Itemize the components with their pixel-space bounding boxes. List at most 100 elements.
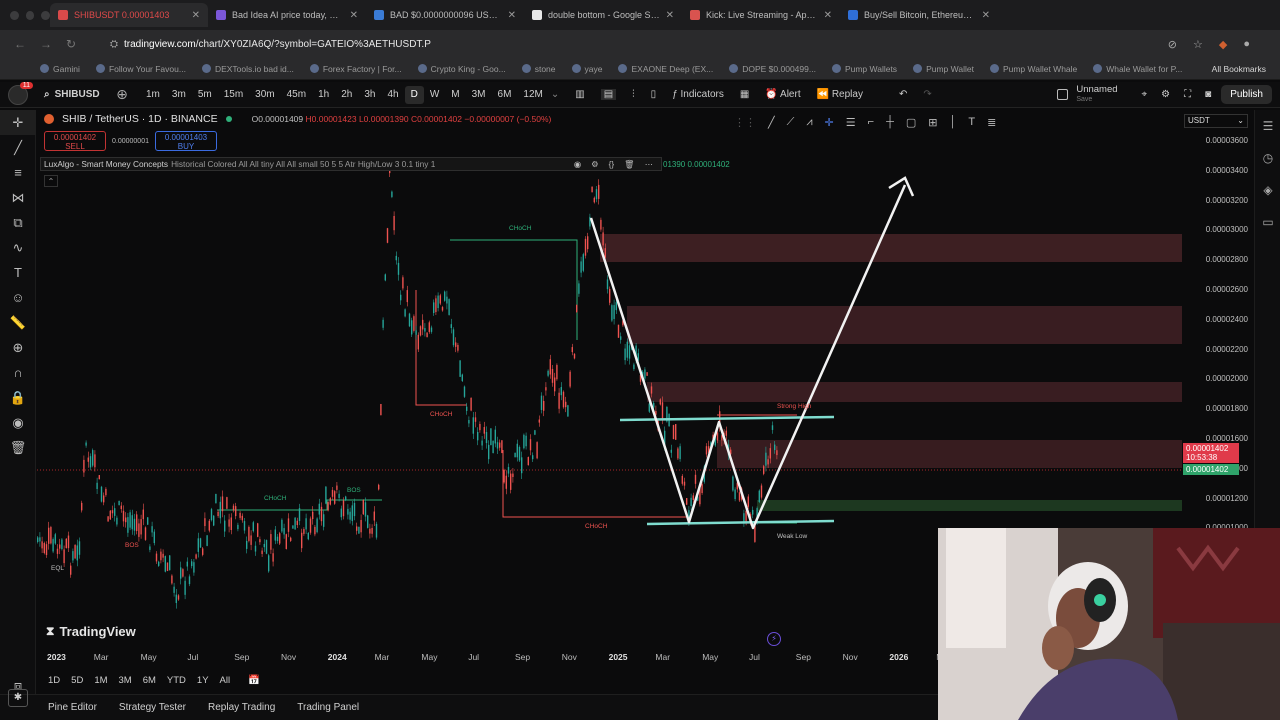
range-6m[interactable]: 6M [143, 675, 156, 686]
ruler-icon[interactable]: 📏 [0, 310, 36, 335]
timeframe-15m[interactable]: 15m [218, 86, 249, 104]
chart-toggle-icon[interactable]: ✱ [8, 689, 28, 707]
browser-tab[interactable]: Buy/Sell Bitcoin, Ethereum ar ✕ [840, 3, 998, 27]
close-tab-icon[interactable]: ✕ [824, 10, 832, 21]
range-1m[interactable]: 1M [94, 675, 107, 686]
trendline-icon[interactable]: ╱ [0, 135, 36, 160]
extension-icon[interactable]: ◆ [1219, 38, 1227, 51]
timeframe-w[interactable]: W [424, 86, 445, 104]
timeframe-30m[interactable]: 30m [249, 86, 280, 104]
indicator-legend[interactable]: LuxAlgo - Smart Money Concepts Historica… [40, 157, 662, 171]
eye-off-icon[interactable]: ⊘ [1168, 38, 1177, 51]
timeframe-d[interactable]: D [404, 85, 424, 104]
long-position-icon[interactable]: ⊞ [928, 116, 937, 129]
reload-icon[interactable]: ↻ [66, 37, 76, 51]
text-icon[interactable]: T [968, 116, 975, 128]
window-controls[interactable] [0, 10, 51, 20]
parallel-channel-icon[interactable]: ☰ [846, 116, 856, 129]
timeframe-4h[interactable]: 4h [381, 86, 404, 104]
browser-tab[interactable]: Bad Idea AI price today, BAD ✕ [208, 3, 366, 27]
timeframe-m[interactable]: M [445, 86, 465, 104]
bookmark-item[interactable]: DOPE $0.000499... [729, 64, 816, 74]
browser-tab[interactable]: BAD $0.0000000096 USD p ✕ [366, 3, 524, 27]
range-ytd[interactable]: YTD [167, 675, 186, 686]
bookmark-item[interactable]: Crypto King - Goo... [417, 64, 506, 74]
lightning-icon[interactable]: ⚡ [767, 632, 781, 646]
timeframe-1m[interactable]: 1m [140, 86, 166, 104]
text-icon[interactable]: T [0, 260, 36, 285]
code-icon[interactable]: {} [609, 159, 615, 170]
settings-sliders-icon[interactable]: ≣ [987, 116, 996, 129]
zoom-icon[interactable]: ⊕ [0, 335, 36, 360]
chat-icon[interactable]: ▭ [1255, 206, 1280, 238]
bookmark-item[interactable]: Pump Wallet Whale [989, 64, 1077, 74]
bookmark-item[interactable]: Pump Wallets [831, 64, 897, 74]
undo-icon[interactable]: ↶ [899, 89, 907, 100]
sell-button[interactable]: 0.00001402 SELL [44, 131, 106, 151]
bookmark-item[interactable]: stone [521, 64, 556, 74]
close-tab-icon[interactable]: ✕ [192, 10, 200, 21]
bookmark-item[interactable]: Forex Factory | For... [309, 64, 402, 74]
bookmark-item[interactable]: Follow Your Favou... [95, 64, 186, 74]
browser-tab[interactable]: SHIBUSDT 0.00001403 ✕ [50, 3, 208, 27]
timeframe-2h[interactable]: 2h [335, 86, 358, 104]
symbol-legend[interactable]: SHIB / TetherUS · 1D · BINANCE O0.000014… [44, 113, 551, 125]
layout-checkbox[interactable] [1057, 89, 1069, 100]
nav-buttons[interactable]: ← → ↻ [0, 37, 110, 51]
close-tab-icon[interactable]: ✕ [508, 10, 516, 21]
magnet-icon[interactable]: ∩ [0, 360, 36, 385]
bottom-tab-trading-panel[interactable]: Trading Panel [297, 702, 359, 713]
screener-icon[interactable]: ⌖ [1142, 89, 1148, 100]
bottom-tab-strategy-tester[interactable]: Strategy Tester [119, 702, 186, 713]
templates-icon[interactable]: ▦ [740, 89, 749, 100]
bookmark-item[interactable]: EXAONE Deep (EX... [618, 64, 713, 74]
close-tab-icon[interactable]: ✕ [350, 10, 358, 21]
range-all[interactable]: All [220, 675, 231, 686]
settings-icon[interactable]: ⚙ [591, 159, 598, 170]
area-chart-icon[interactable]: ▯ [651, 89, 657, 100]
vertical-line-icon[interactable]: │ [950, 116, 957, 128]
symbol-search[interactable]: ⌕ SHIBUSD [44, 89, 114, 100]
all-bookmarks-button[interactable]: All Bookmarks [1212, 64, 1280, 74]
crosshair-icon[interactable]: ✛ [825, 116, 834, 129]
candles-icon[interactable]: ▥ [575, 89, 584, 100]
more-icon[interactable]: ⋯ [645, 159, 653, 170]
publish-button[interactable]: Publish [1221, 85, 1272, 104]
timeframe-6m[interactable]: 6M [492, 86, 518, 104]
bars-icon[interactable]: ▤ [600, 89, 617, 100]
compare-symbol-icon[interactable]: ⊕ [114, 86, 130, 103]
fib-icon[interactable]: ≡ [0, 160, 36, 185]
cursor-icon[interactable]: ✛ [0, 110, 36, 135]
bookmark-item[interactable]: Whale Wallet for P... [1093, 64, 1182, 74]
star-icon[interactable]: ☆ [1193, 38, 1203, 51]
fullscreen-icon[interactable]: ⛶ [1184, 89, 1191, 100]
timeframe-1h[interactable]: 1h [312, 86, 335, 104]
timeframe-12m[interactable]: 12M [517, 86, 548, 104]
user-avatar[interactable] [8, 81, 34, 105]
settings-icon[interactable]: ⚙ [1161, 89, 1170, 100]
bookmark-item[interactable]: DEXTools.io bad id... [201, 64, 294, 74]
close-tab-icon[interactable]: ✕ [982, 10, 990, 21]
drag-handle-icon[interactable]: ⋮⋮ [734, 116, 756, 129]
path-icon[interactable]: ⟋ [787, 116, 795, 129]
bottom-tab-pine-editor[interactable]: Pine Editor [48, 702, 97, 713]
trendline-icon[interactable]: ╱ [768, 116, 775, 129]
layout-name[interactable]: Unnamed Save [1076, 84, 1117, 105]
timeframe-5m[interactable]: 5m [192, 86, 218, 104]
bookmark-item[interactable]: yaye [571, 64, 602, 74]
range-3m[interactable]: 3M [119, 675, 132, 686]
curve-icon[interactable]: ⌐ [868, 116, 874, 128]
site-info-icon[interactable]: ⛭ [110, 39, 118, 50]
trash-icon[interactable]: 🗑 [0, 435, 36, 460]
chevron-down-icon[interactable]: ⌄ [551, 89, 559, 100]
lock-drawing-icon[interactable]: 🔒 [0, 385, 36, 410]
emoji-icon[interactable]: ☺ [0, 285, 36, 310]
forward-icon[interactable]: → [40, 37, 52, 51]
projection-icon[interactable]: ⧉ [0, 210, 36, 235]
timeframe-3m[interactable]: 3m [166, 86, 192, 104]
eye-icon[interactable]: ◉ [574, 159, 581, 170]
brush-icon[interactable]: ∿ [0, 235, 36, 260]
layers-icon[interactable]: ◈ [1255, 174, 1280, 206]
visibility-icon[interactable]: ◉ [0, 410, 36, 435]
browser-tab[interactable]: Kick: Live Streaming - Apps o ✕ [682, 3, 840, 27]
